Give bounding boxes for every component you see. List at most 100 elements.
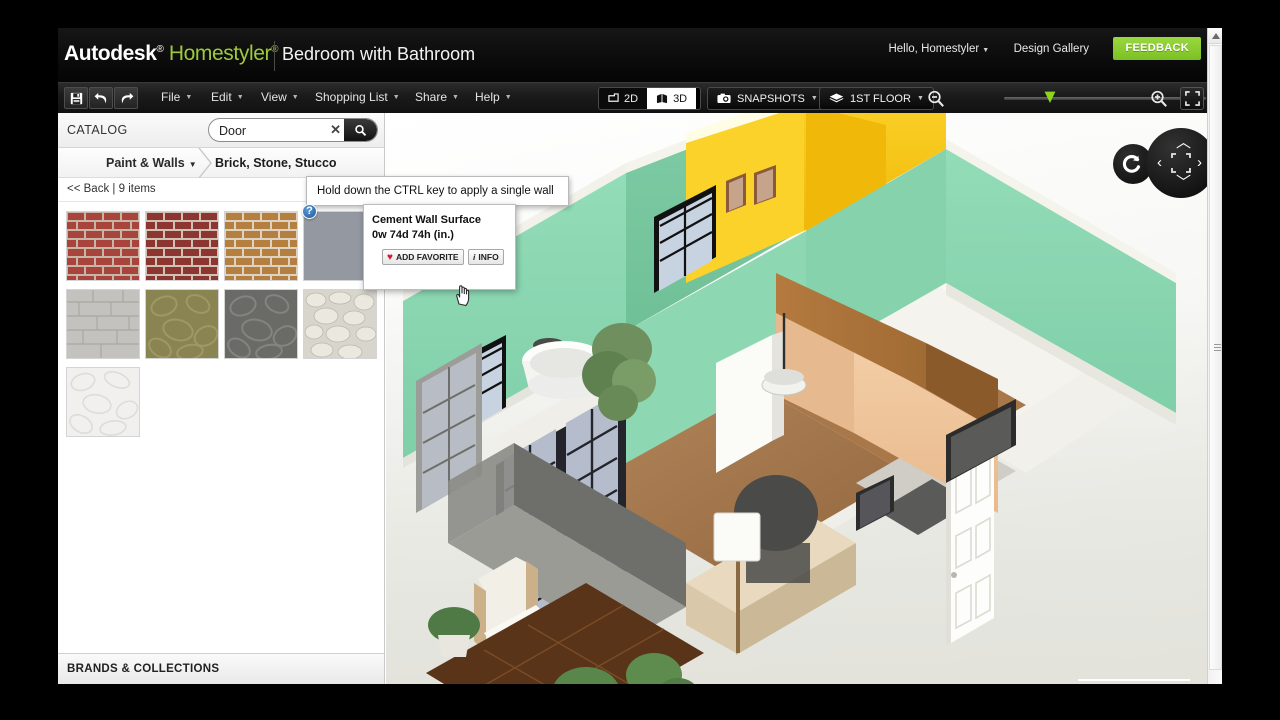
scroll-up-button[interactable]	[1208, 28, 1222, 44]
search-clear-icon[interactable]: ✕	[330, 122, 341, 138]
product-dimensions: 0w 74d 74h (in.)	[372, 229, 454, 241]
swatch-white-stone[interactable]	[303, 289, 377, 359]
app-header: Autodesk® Homestyler® Bedroom with Bathr…	[58, 28, 1222, 82]
camera-icon	[717, 93, 731, 104]
homestyler-app-window: Autodesk® Homestyler® Bedroom with Bathr…	[58, 28, 1222, 684]
menu-share-label: Share	[415, 90, 447, 104]
swatch-red-brick[interactable]	[66, 211, 140, 281]
breadcrumb: Paint & Walls▼ Brick, Stone, Stucco	[58, 148, 384, 178]
fullscreen-button[interactable]	[1180, 87, 1204, 110]
menu-share[interactable]: Share ▼	[415, 90, 459, 104]
swatch-tan-brick[interactable]	[224, 211, 298, 281]
redo-button[interactable]	[114, 87, 138, 109]
brands-and-collections-bar[interactable]: BRANDS & COLLECTIONS	[58, 653, 384, 684]
chevron-down-icon[interactable]: ﹀	[1176, 175, 1191, 190]
tab-3d[interactable]: 3D	[647, 88, 696, 109]
brand-autodesk: Autodesk	[64, 42, 156, 65]
chevron-left-icon[interactable]: ‹	[1157, 155, 1162, 170]
redo-icon	[119, 92, 134, 105]
menu-view[interactable]: View▼	[261, 90, 299, 104]
search-input[interactable]	[219, 122, 329, 139]
breadcrumb-category[interactable]: Paint & Walls▼	[106, 156, 197, 170]
info-button[interactable]: i INFO	[468, 249, 504, 265]
swatch-white-stucco[interactable]	[66, 367, 140, 437]
info-label: INFO	[478, 252, 498, 262]
catalog-search: ✕	[208, 118, 378, 142]
breadcrumb-subcategory[interactable]: Brick, Stone, Stucco	[215, 156, 337, 170]
menu-file-label: File	[161, 90, 180, 104]
horizontal-scrollbar-hint[interactable]	[1078, 679, 1190, 681]
breadcrumb-separator-icon	[198, 148, 212, 178]
chevron-right-icon[interactable]: ›	[1197, 155, 1202, 170]
swatch-olive-stucco[interactable]	[145, 289, 219, 359]
user-menu[interactable]: Hello, Homestyler▼	[888, 43, 989, 55]
zoom-slider-track[interactable]	[1004, 97, 1206, 100]
menu-help[interactable]: Help ▼	[475, 90, 512, 104]
chevron-down-icon: ▼	[811, 95, 818, 102]
zoom-slider-thumb[interactable]	[1044, 91, 1056, 104]
menu-help-label: Help	[475, 90, 500, 104]
menu-shopping-list-label: Shopping List	[315, 90, 388, 104]
swatch-grey-block[interactable]	[66, 289, 140, 359]
header-right-group: Hello, Homestyler▼ Design Gallery FEEDBA…	[888, 37, 1222, 61]
snapshots-label: SNAPSHOTS	[737, 93, 805, 105]
view-mode-toggle: 2D 3D	[598, 87, 701, 110]
material-swatch-grid	[58, 206, 384, 661]
chevron-down-icon: ▼	[237, 94, 244, 101]
layers-icon	[829, 93, 844, 104]
grip-icon	[1214, 344, 1221, 351]
page-title: Bedroom with Bathroom	[282, 44, 475, 65]
search-submit-button[interactable]	[344, 119, 377, 141]
chevron-down-icon: ▼	[393, 94, 400, 101]
design-gallery-link[interactable]: Design Gallery	[1014, 43, 1089, 55]
plan-2d-icon	[608, 93, 619, 104]
swatch-dark-red-brick[interactable]	[145, 211, 219, 281]
pan-pad[interactable]: ︿ ﹀ ‹ ›	[1146, 128, 1207, 198]
tab-3d-label: 3D	[673, 93, 687, 105]
save-button[interactable]	[64, 87, 88, 109]
brands-label: BRANDS & COLLECTIONS	[67, 663, 219, 675]
heart-icon: ♥	[387, 252, 393, 263]
tooltip-text: Hold down the CTRL key to apply a single…	[317, 185, 554, 197]
back-separator: |	[112, 183, 115, 195]
menu-file[interactable]: File▼	[161, 90, 192, 104]
user-menu-label: Hello, Homestyler	[888, 43, 979, 55]
menu-edit-label: Edit	[211, 90, 232, 104]
back-link[interactable]: << Back | 9 items	[67, 183, 156, 195]
zoom-out-button[interactable]	[926, 89, 946, 109]
product-info-popup: Cement Wall Surface 0w 74d 74h (in.) ♥ A…	[363, 204, 516, 290]
brand-divider	[274, 41, 275, 71]
undo-icon	[94, 92, 109, 105]
tab-2d[interactable]: 2D	[599, 88, 647, 109]
feedback-button[interactable]: FEEDBACK	[1113, 37, 1201, 60]
catalog-header: CATALOG ✕	[58, 113, 384, 148]
chevron-down-icon: ▼	[505, 94, 512, 101]
vertical-scrollbar[interactable]	[1207, 28, 1222, 684]
ctrl-key-tooltip: Hold down the CTRL key to apply a single…	[306, 176, 569, 206]
info-icon: i	[473, 252, 475, 262]
fit-to-screen-icon	[1171, 153, 1191, 173]
save-icon	[70, 92, 83, 105]
menu-shopping-list[interactable]: Shopping List ▼	[315, 90, 400, 104]
menu-edit[interactable]: Edit ▼	[211, 90, 244, 104]
zoom-in-icon	[1149, 89, 1169, 109]
item-count: 9 items	[119, 183, 156, 195]
tab-2d-label: 2D	[624, 93, 638, 105]
search-icon	[354, 124, 367, 137]
navigation-widget: ︿ ﹀ ‹ ›	[1113, 128, 1207, 200]
chevron-down-icon: ▼	[292, 94, 299, 101]
view-3d-icon	[656, 93, 668, 104]
floor-selector-button[interactable]: 1ST FLOOR ▼	[819, 87, 934, 110]
help-icon[interactable]: ?	[302, 204, 317, 219]
autodesk-homestyler-logo[interactable]: Autodesk® Homestyler®	[64, 42, 278, 66]
zoom-in-button[interactable]	[1149, 89, 1169, 109]
chevron-down-icon: ▼	[452, 94, 459, 101]
chevron-up-icon[interactable]: ︿	[1176, 135, 1191, 150]
swatch-dark-grey-stucco[interactable]	[224, 289, 298, 359]
undo-button[interactable]	[89, 87, 113, 109]
vertical-scrollbar-thumb[interactable]	[1209, 45, 1222, 670]
add-favorite-button[interactable]: ♥ ADD FAVORITE	[382, 249, 464, 265]
snapshots-button[interactable]: SNAPSHOTS ▼	[707, 87, 828, 110]
rotate-left-icon	[1122, 153, 1144, 175]
breadcrumb-category-label: Paint & Walls	[106, 156, 185, 170]
